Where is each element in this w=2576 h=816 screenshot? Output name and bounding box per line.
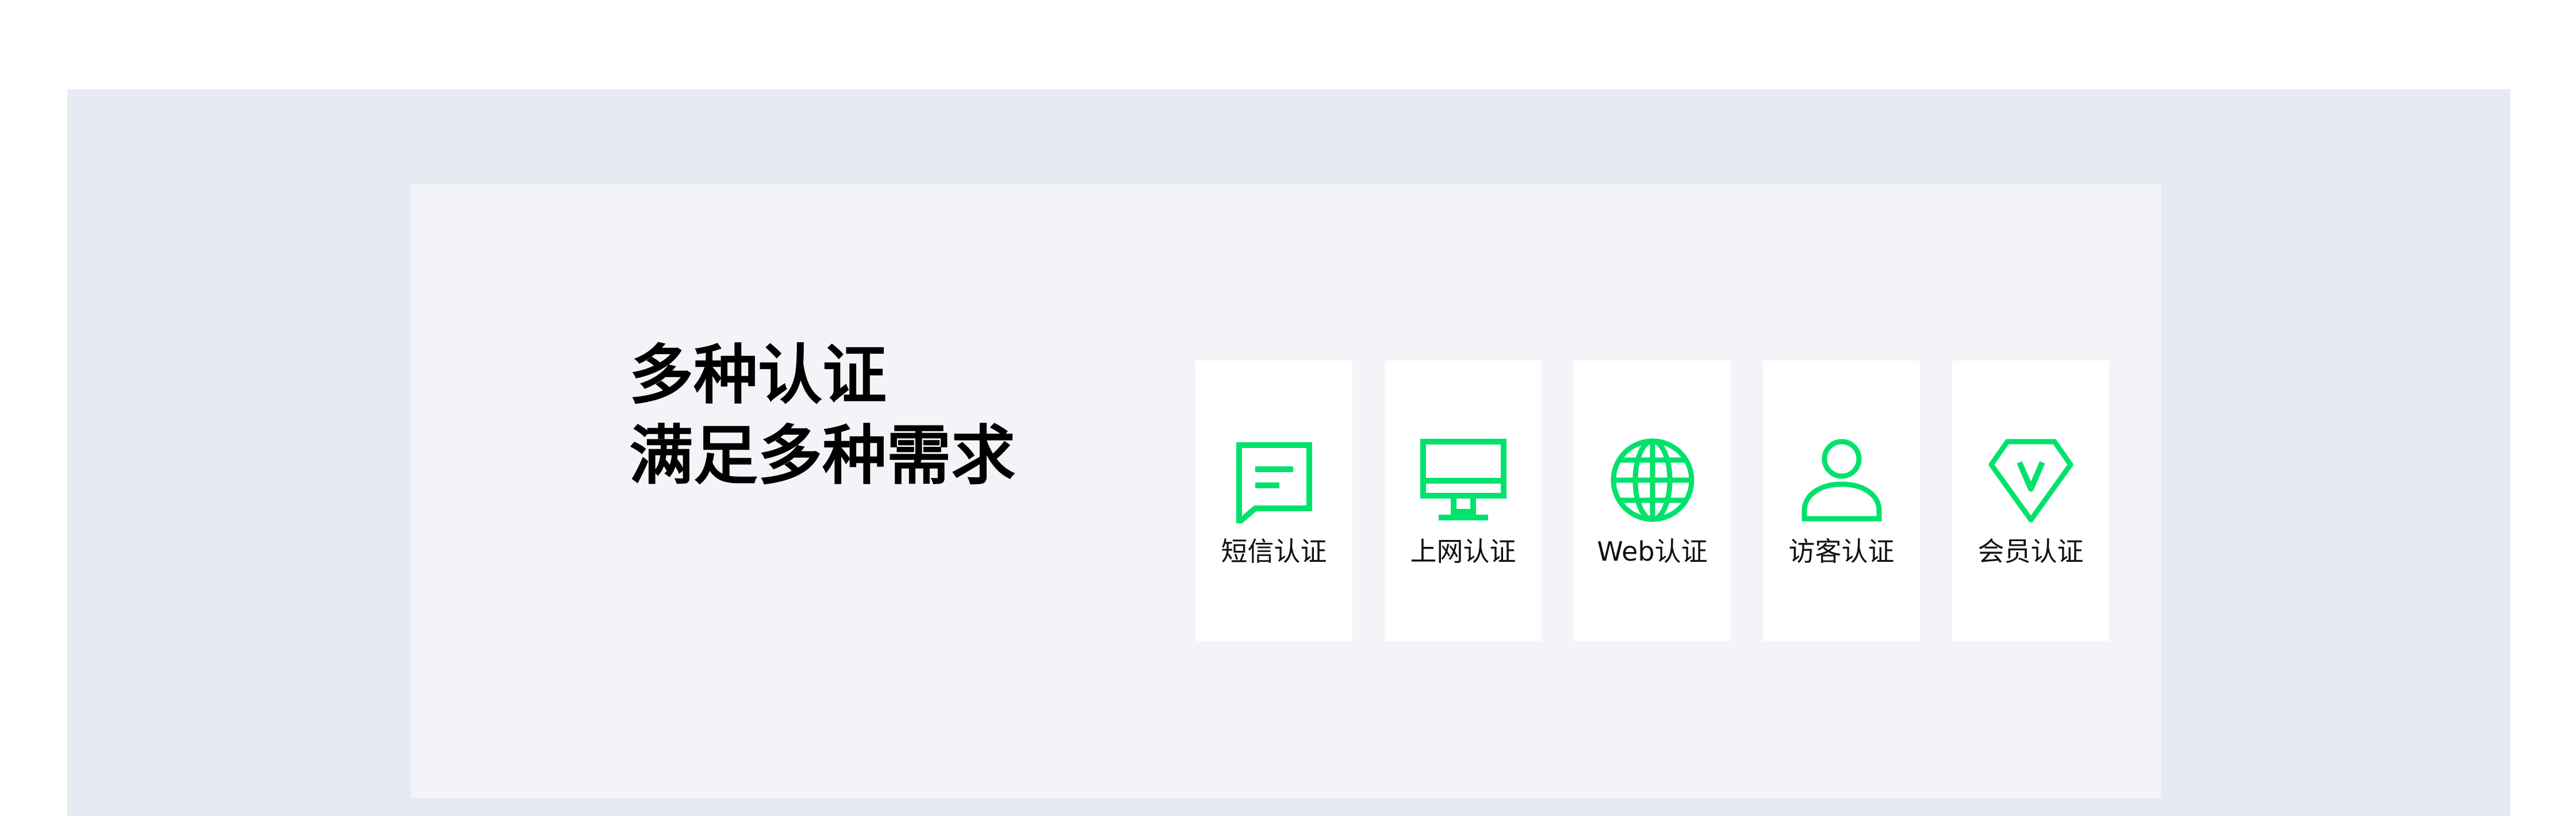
message-icon: [1231, 437, 1317, 523]
auth-card-web[interactable]: Web认证: [1574, 361, 1731, 641]
auth-card-guest[interactable]: 访客认证: [1763, 361, 1920, 641]
vip-diamond-icon: [1988, 437, 2074, 523]
section-headline: 多种认证 满足多种需求: [629, 335, 1015, 496]
headline-line-1: 多种认证: [629, 338, 887, 413]
auth-card-label: 短信认证: [1221, 536, 1327, 567]
auth-card-label: 上网认证: [1410, 536, 1516, 567]
auth-card-label: Web认证: [1597, 536, 1708, 567]
auth-card-network[interactable]: 上网认证: [1385, 361, 1542, 641]
globe-icon: [1609, 437, 1696, 523]
user-icon: [1799, 437, 1885, 523]
headline-line-2: 满足多种需求: [629, 419, 1015, 493]
auth-card-sms[interactable]: 短信认证: [1195, 361, 1352, 641]
auth-card-label: 会员认证: [1977, 536, 2084, 567]
auth-card-label: 访客认证: [1788, 536, 1895, 567]
monitor-icon: [1420, 437, 1506, 523]
auth-method-list: 短信认证 上网认证 Web认证 访客认证 会员认证: [1195, 361, 2109, 641]
auth-card-member[interactable]: 会员认证: [1952, 361, 2109, 641]
